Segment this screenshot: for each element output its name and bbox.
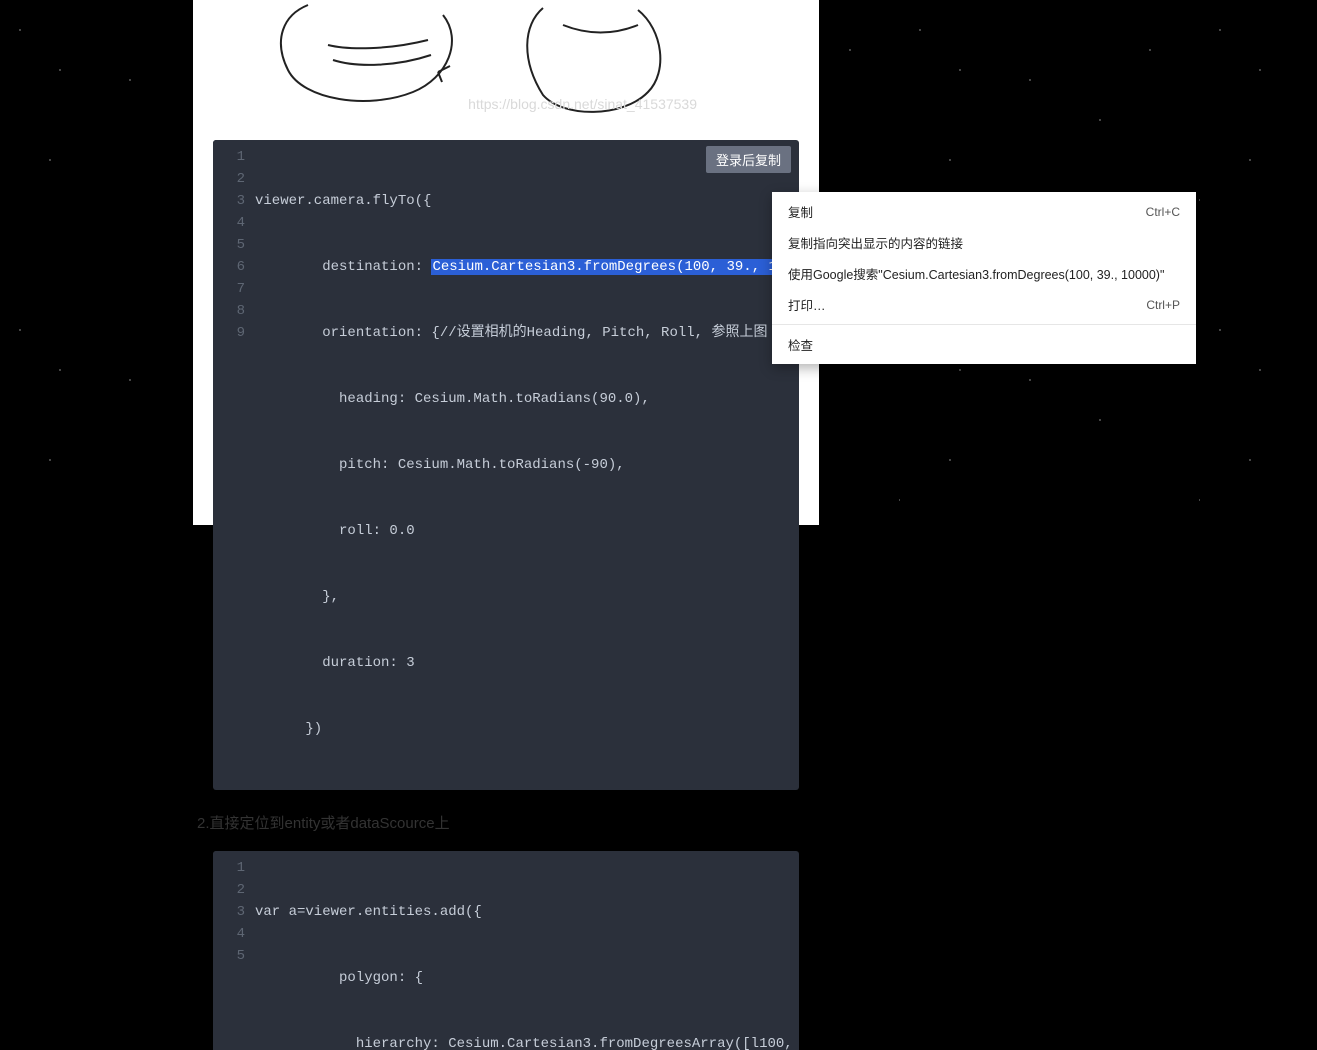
code-block-2: 1 2 3 4 5 var a=viewer.entities.add({ po… — [213, 851, 799, 1050]
code-line: duration: 3 — [255, 652, 789, 674]
code-line: polygon: { — [255, 967, 789, 989]
line-number-gutter: 1 2 3 4 5 6 7 8 9 — [213, 140, 255, 350]
line-number: 3 — [213, 190, 245, 212]
code-line: viewer.camera.flyTo({ — [255, 190, 789, 212]
illustration-image: https://blog.csdn.net/sinat_41537539 — [193, 0, 705, 118]
article-content: https://blog.csdn.net/sinat_41537539 登录后… — [193, 0, 819, 525]
context-menu-copy-link-highlight[interactable]: 复制指向突出显示的内容的链接 — [772, 227, 1196, 258]
selected-text: Cesium.Cartesian3.fromDegrees(100, 39., … — [431, 259, 799, 275]
context-menu-copy[interactable]: 复制 Ctrl+C — [772, 196, 1196, 227]
context-menu-label: 使用Google搜索"Cesium.Cartesian3.fromDegrees… — [788, 264, 1164, 283]
context-menu-label: 复制指向突出显示的内容的链接 — [788, 233, 963, 252]
paragraph-text: 2.直接定位到entity或者dataScource上 — [197, 812, 799, 833]
code-line: orientation: {//设置相机的Heading, Pitch, Rol… — [255, 322, 789, 344]
code-content[interactable]: var a=viewer.entities.add({ polygon: { h… — [255, 851, 799, 1050]
line-number-gutter: 1 2 3 4 5 — [213, 851, 255, 973]
code-block-1: 登录后复制 1 2 3 4 5 6 7 8 9 viewer.camera.fl… — [213, 140, 799, 790]
code-line: roll: 0.0 — [255, 520, 789, 542]
line-number: 7 — [213, 278, 245, 300]
line-number: 6 — [213, 256, 245, 278]
context-menu-label: 检查 — [788, 335, 813, 354]
code-line: heading: Cesium.Math.toRadians(90.0), — [255, 388, 789, 410]
context-menu-google-search[interactable]: 使用Google搜索"Cesium.Cartesian3.fromDegrees… — [772, 258, 1196, 289]
context-menu-label: 复制 — [788, 202, 813, 221]
line-number: 1 — [213, 146, 245, 168]
code-line: }) — [255, 718, 789, 740]
code-text: destination: — [255, 259, 431, 275]
code-line: }, — [255, 586, 789, 608]
line-number: 2 — [213, 168, 245, 190]
line-number: 4 — [213, 212, 245, 234]
context-menu-shortcut: Ctrl+P — [1146, 298, 1180, 312]
code-line: hierarchy: Cesium.Cartesian3.fromDegrees… — [255, 1033, 789, 1050]
code-line: pitch: Cesium.Math.toRadians(-90), — [255, 454, 789, 476]
line-number: 3 — [213, 901, 245, 923]
code-line: var a=viewer.entities.add({ — [255, 901, 789, 923]
context-menu-shortcut: Ctrl+C — [1146, 205, 1180, 219]
line-number: 2 — [213, 879, 245, 901]
copy-after-login-button[interactable]: 登录后复制 — [706, 146, 791, 173]
context-menu-inspect[interactable]: 检查 — [772, 329, 1196, 360]
context-menu-separator — [772, 324, 1196, 325]
watermark-text: https://blog.csdn.net/sinat_41537539 — [468, 96, 697, 112]
context-menu: 复制 Ctrl+C 复制指向突出显示的内容的链接 使用Google搜索"Cesi… — [772, 192, 1196, 364]
context-menu-print[interactable]: 打印… Ctrl+P — [772, 289, 1196, 320]
code-line: destination: Cesium.Cartesian3.fromDegre… — [255, 256, 789, 278]
line-number: 4 — [213, 923, 245, 945]
line-number: 1 — [213, 857, 245, 879]
line-number: 5 — [213, 945, 245, 967]
line-number: 9 — [213, 322, 245, 344]
context-menu-label: 打印… — [788, 295, 826, 314]
code-content[interactable]: viewer.camera.flyTo({ destination: Cesiu… — [255, 140, 799, 790]
line-number: 8 — [213, 300, 245, 322]
line-number: 5 — [213, 234, 245, 256]
